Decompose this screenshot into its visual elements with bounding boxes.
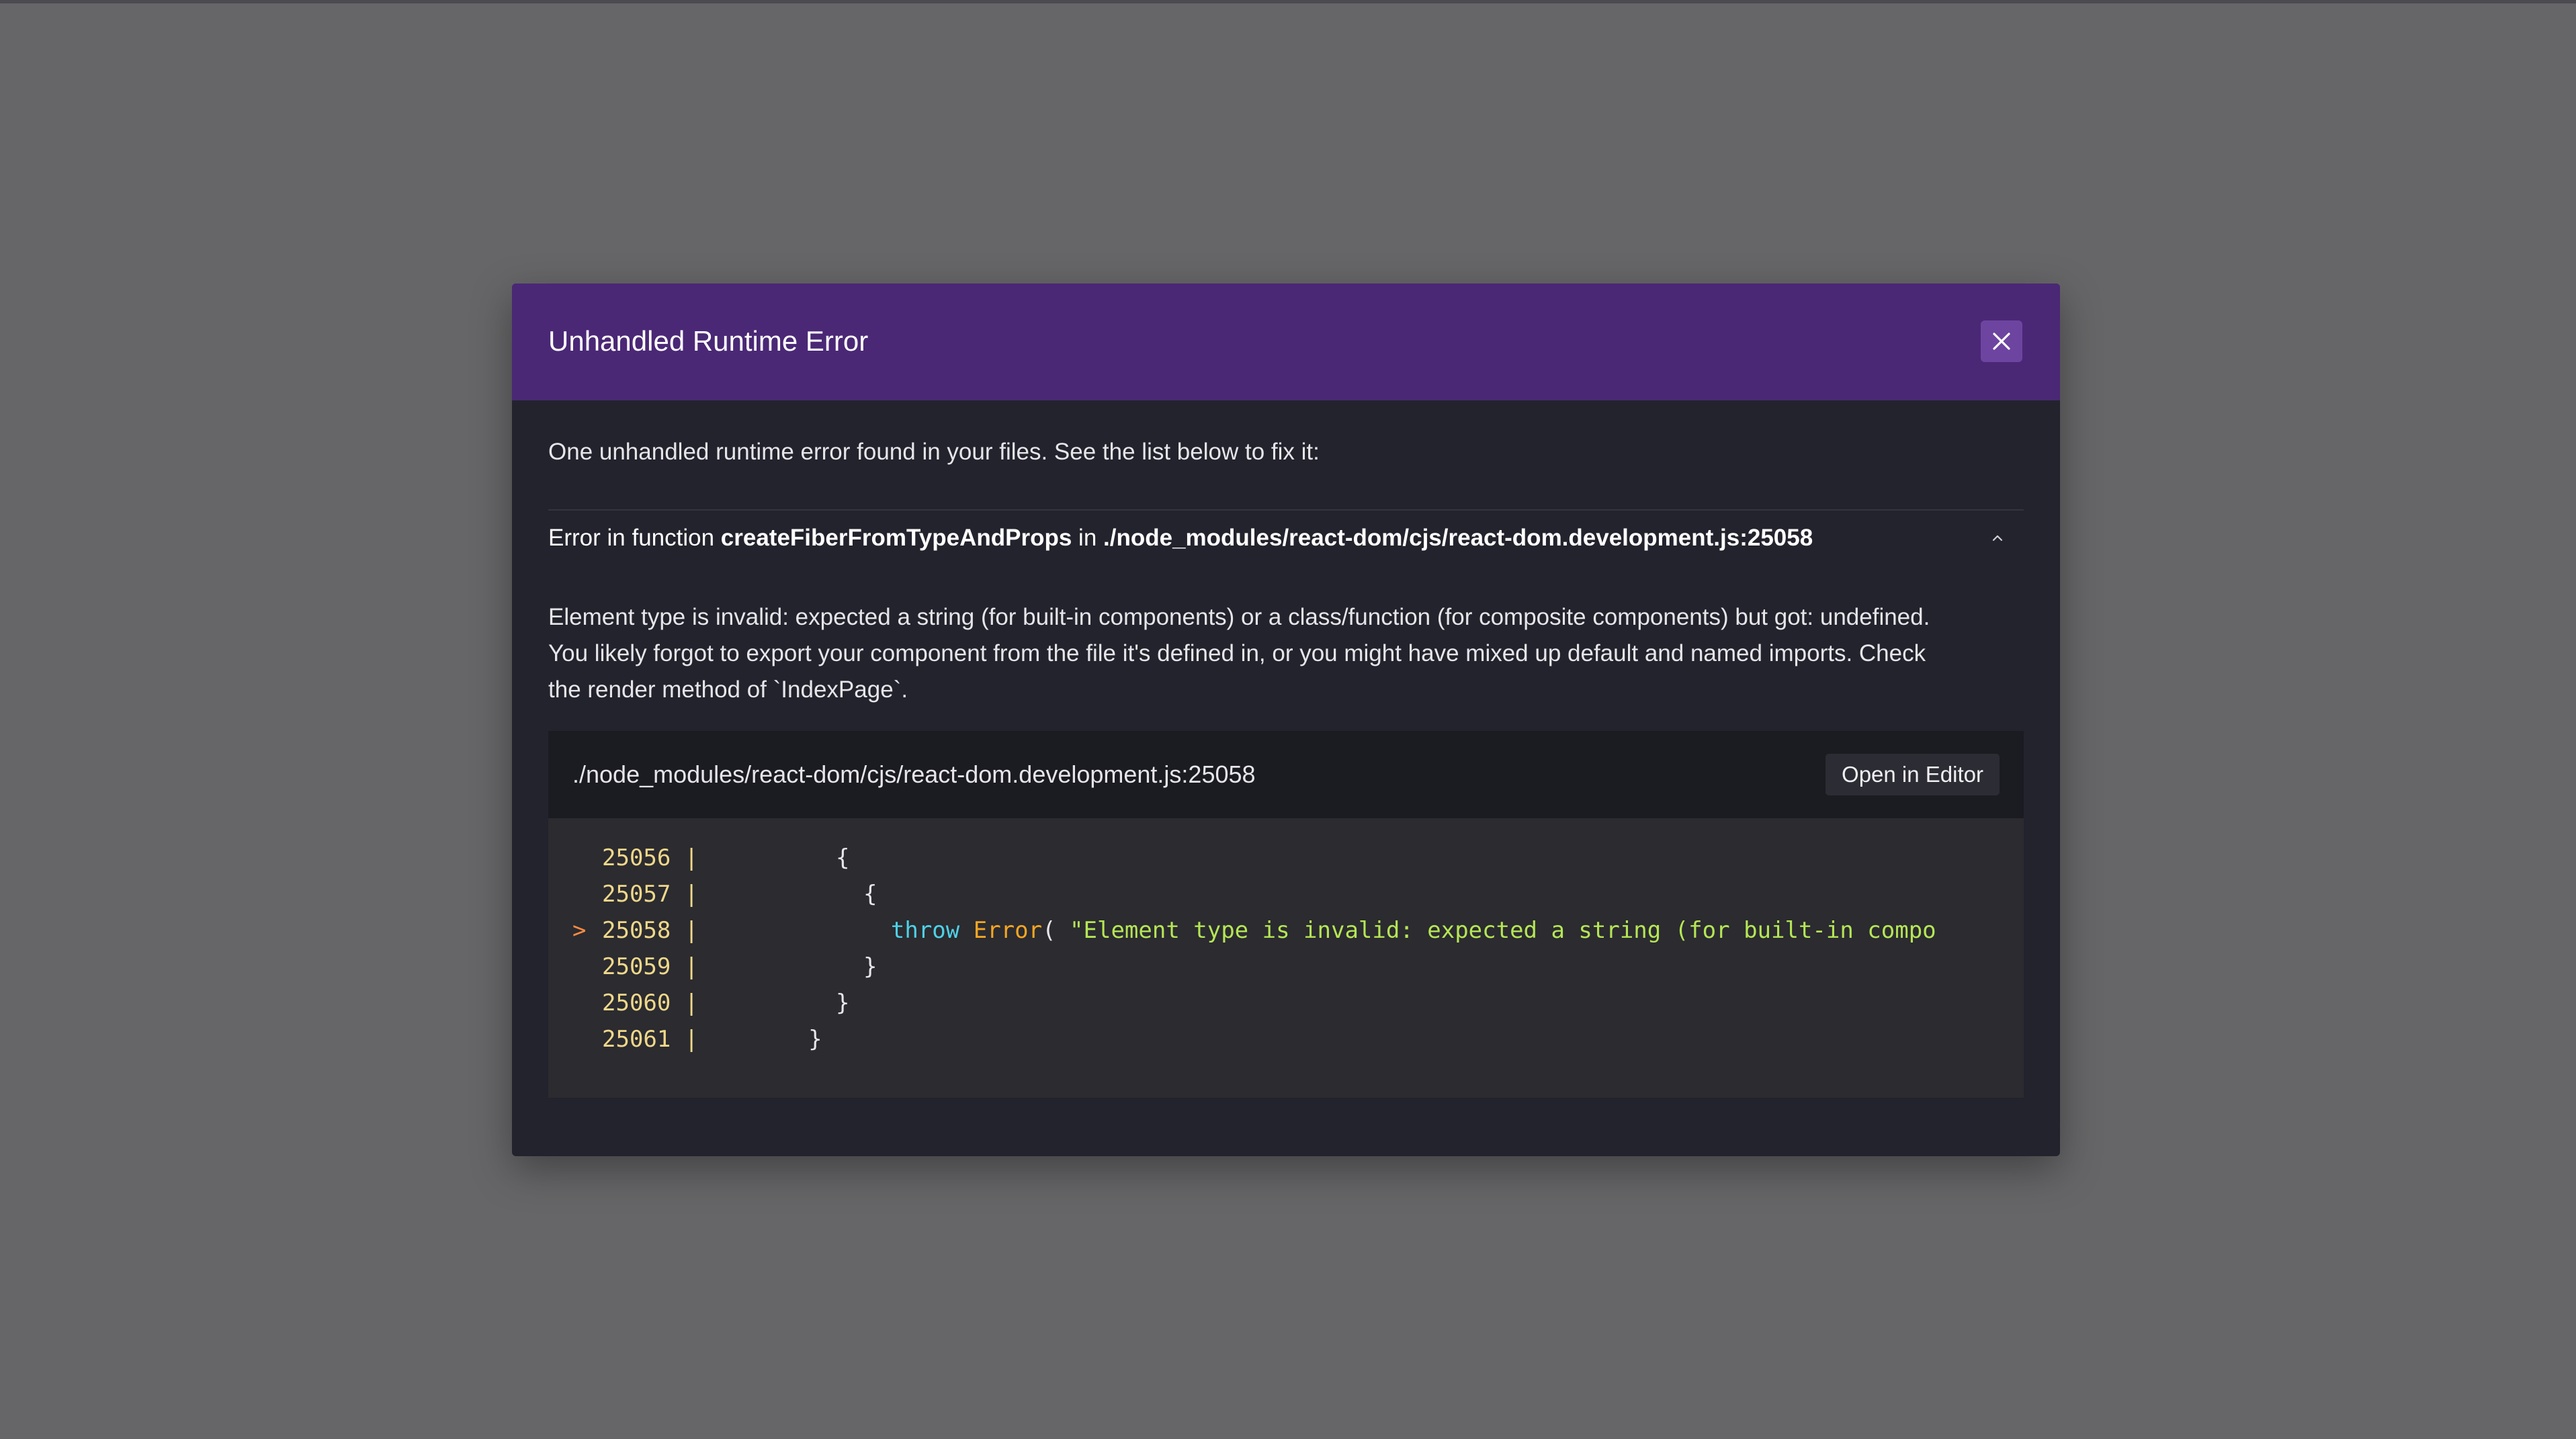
code-line: 25059 | }: [602, 953, 877, 980]
code-text: }: [698, 990, 850, 1016]
stack-frame-header: ./node_modules/react-dom/cjs/react-dom.d…: [548, 731, 2024, 818]
error-heading[interactable]: Error in function createFiberFromTypeAnd…: [548, 523, 1813, 554]
dialog-title: Unhandled Runtime Error: [548, 325, 869, 357]
code-function: Error: [973, 917, 1043, 944]
dialog-header: Unhandled Runtime Error: [512, 284, 2060, 400]
line-marker: >: [572, 917, 587, 944]
divider: [548, 509, 2024, 511]
error-in-word: in: [1072, 525, 1104, 551]
intro-text: One unhandled runtime error found in you…: [548, 439, 1320, 465]
chevron-up-icon: [1992, 535, 2003, 541]
error-prefix: Error in function: [548, 525, 721, 551]
line-number: 25058: [602, 917, 671, 944]
error-location: ./node_modules/react-dom/cjs/react-dom.d…: [1103, 525, 1813, 551]
line-number: 25056: [602, 844, 671, 871]
close-icon: [1993, 333, 2010, 350]
code-line-highlighted: >25058 | throw Error( "Element type is i…: [572, 912, 1936, 949]
code-line: 25056 | {: [602, 844, 850, 871]
code-frame: 25056 | { 25057 | { >25058 | throw Error…: [548, 818, 2024, 1098]
code-line: 25060 | }: [602, 990, 850, 1016]
code-line: 25061 | }: [602, 1026, 822, 1053]
code-text: }: [698, 953, 877, 980]
top-edge: [0, 0, 2576, 3]
error-message: Element type is invalid: expected a stri…: [548, 599, 2026, 708]
code-text: }: [698, 1026, 822, 1053]
code-paren: (: [1042, 917, 1070, 944]
code-line: 25057 | {: [602, 881, 877, 908]
code-keyword: throw: [890, 917, 960, 944]
line-number: 25061: [602, 1026, 671, 1053]
error-function-name: createFiberFromTypeAndProps: [720, 525, 1072, 551]
code-text: {: [698, 881, 877, 908]
error-overlay-dialog: Unhandled Runtime Error One unhandled ru…: [512, 284, 2060, 1156]
code-text: {: [698, 844, 850, 871]
error-message-line: Element type is invalid: expected a stri…: [548, 604, 1930, 630]
error-message-line: You likely forgot to export your compone…: [548, 640, 1926, 666]
frame-file-path: ./node_modules/react-dom/cjs/react-dom.d…: [572, 760, 1256, 788]
open-in-editor-button[interactable]: Open in Editor: [1826, 754, 2000, 795]
error-message-line: the render method of `IndexPage`.: [548, 677, 908, 703]
line-number: 25059: [602, 953, 671, 980]
collapse-toggle[interactable]: [1987, 528, 2008, 548]
code-string: "Element type is invalid: expected a str…: [1070, 917, 1936, 944]
close-button[interactable]: [1981, 320, 2022, 362]
line-number: 25057: [602, 881, 671, 908]
line-number: 25060: [602, 990, 671, 1016]
